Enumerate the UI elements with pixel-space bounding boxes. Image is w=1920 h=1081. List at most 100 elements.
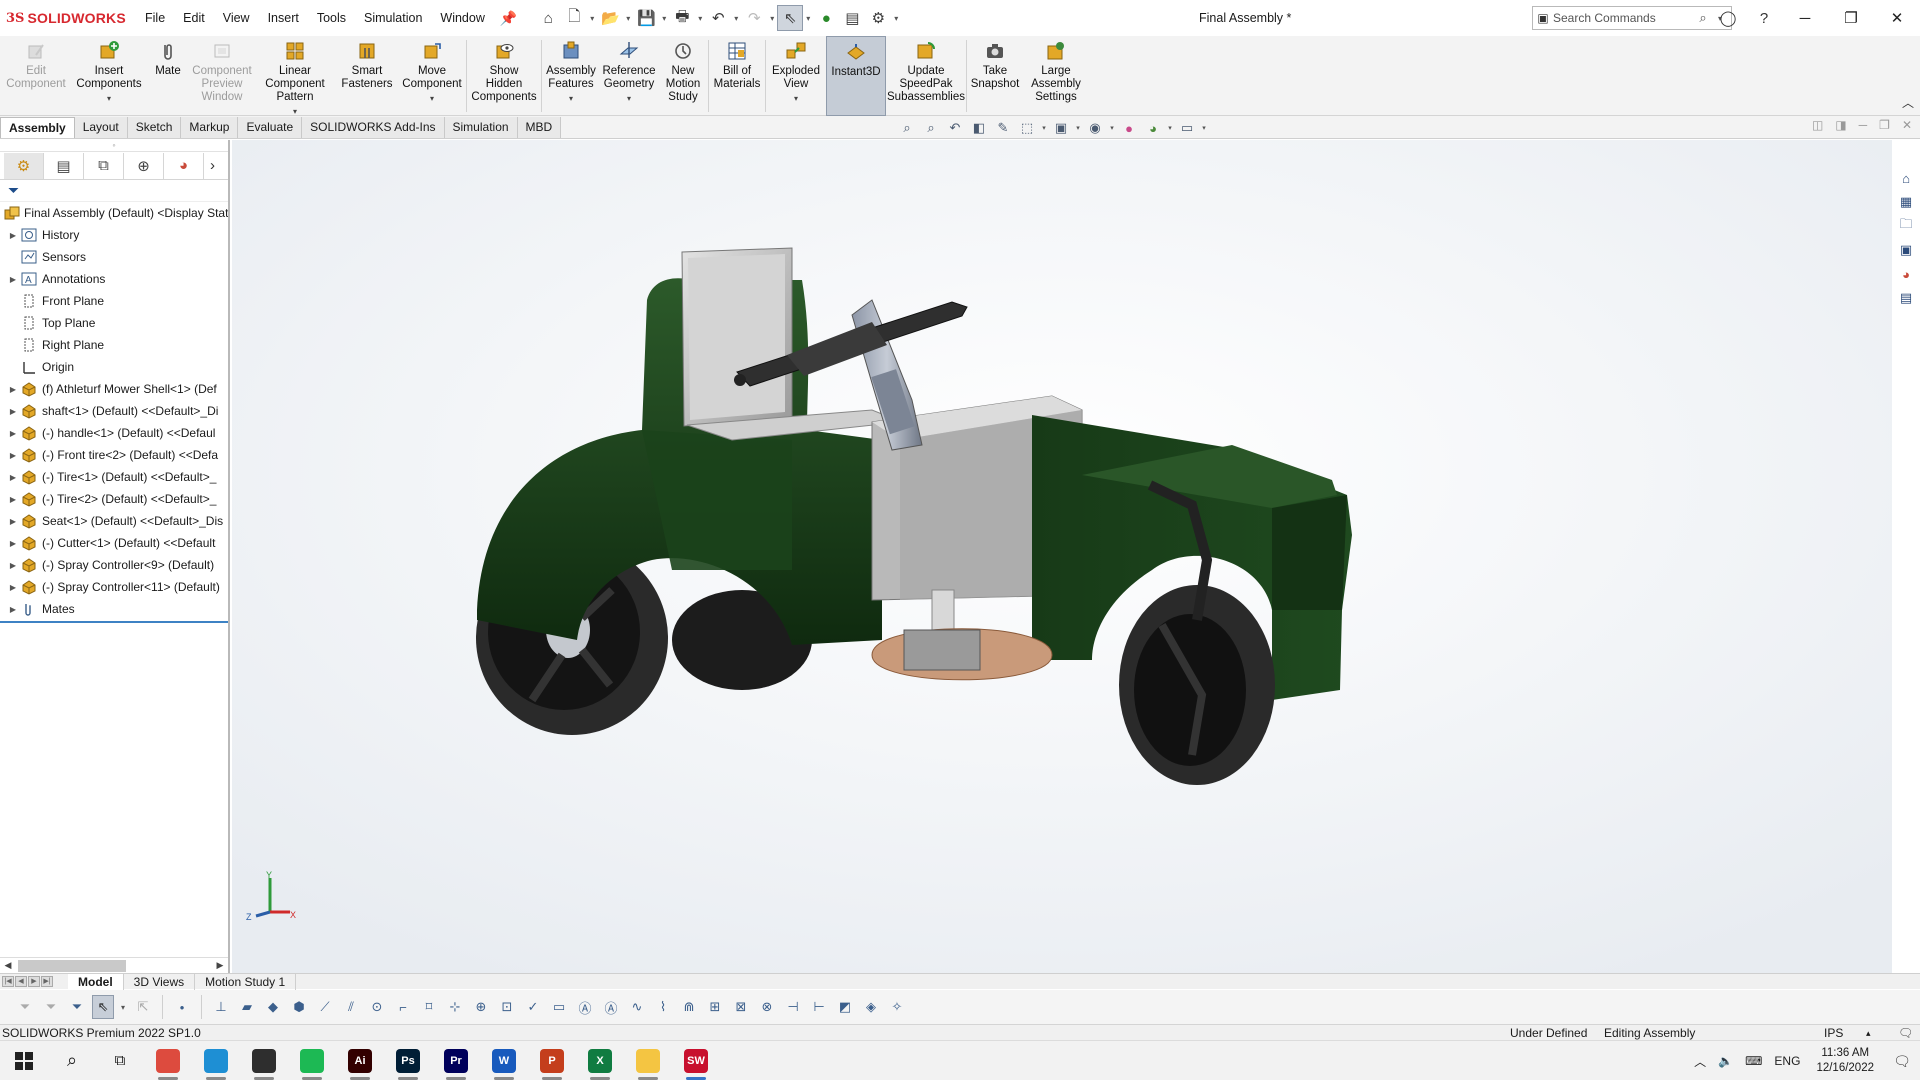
design-library-icon[interactable]: ▦ <box>1895 192 1917 212</box>
expand-caret-icon[interactable]: ▶ <box>6 495 20 504</box>
tree-item[interactable]: ▶ (-) Tire<1> (Default) <<Default>_ <box>0 466 228 488</box>
tree-item[interactable]: Front Plane <box>0 290 228 312</box>
tab-simulation[interactable]: Simulation <box>444 117 518 138</box>
filter-datum-features-icon[interactable]: Ⓐ <box>600 995 622 1019</box>
filter-dowel-pins-icon[interactable]: ⊠ <box>730 995 752 1019</box>
reference-geometry-button[interactable]: Reference Geometry ▾ <box>600 36 658 116</box>
tree-item[interactable]: ▶ (-) Tire<2> (Default) <<Default>_ <box>0 488 228 510</box>
taskbar-app-illustrator[interactable]: Ai <box>336 1041 384 1081</box>
taskbar-app-powerpoint[interactable]: P <box>528 1041 576 1081</box>
save-icon[interactable]: 💾 <box>633 5 659 31</box>
dynamic-annotation-icon[interactable]: ✎ <box>992 118 1014 138</box>
next-tab-icon[interactable]: ▶ <box>28 976 40 987</box>
select-pointer-icon[interactable]: ⇖ <box>777 5 804 31</box>
help-icon[interactable]: ? <box>1746 0 1782 36</box>
close-icon[interactable]: ✕ <box>1874 0 1920 36</box>
search-input[interactable] <box>1553 11 1693 25</box>
filter-datum-targets-icon[interactable]: ⌇ <box>652 995 674 1019</box>
redo-icon[interactable]: ↷ <box>741 5 767 31</box>
view-settings-dropdown-icon[interactable]: ▾ <box>1200 124 1208 132</box>
view-orientation-dropdown-icon[interactable]: ▾ <box>1040 124 1048 132</box>
filter-blocks-icon[interactable]: ⊞ <box>704 995 726 1019</box>
menu-tools[interactable]: Tools <box>308 0 355 36</box>
custom-properties-icon[interactable]: ▤ <box>1895 288 1917 308</box>
new-document-icon[interactable]: 🗋 <box>561 5 587 31</box>
account-icon[interactable]: ◯ <box>1710 0 1746 36</box>
taskbar-app-spotify[interactable] <box>288 1041 336 1081</box>
open-dropdown-icon[interactable]: ▾ <box>623 5 633 31</box>
tree-item[interactable]: Origin <box>0 356 228 378</box>
tree-filter[interactable]: ⏷ <box>0 180 228 202</box>
filter-cameras-icon[interactable]: ◩ <box>834 995 856 1019</box>
filter-connection-points-icon[interactable]: ⊗ <box>756 995 778 1019</box>
toggle-filter-icon[interactable]: ⏷ <box>14 995 36 1019</box>
tree-root-assembly[interactable]: Final Assembly (Default) <Display Stat <box>0 202 228 224</box>
tile-left-icon[interactable]: ◫ <box>1812 118 1823 132</box>
taskbar-app-sticky-notes[interactable] <box>240 1041 288 1081</box>
tab-model[interactable]: Model <box>68 973 124 990</box>
taskbar-app-photoshop[interactable]: Ps <box>384 1041 432 1081</box>
select-all-filters-icon[interactable]: ⏷ <box>66 995 88 1019</box>
filter-mates-icon[interactable]: ⊢ <box>808 995 830 1019</box>
filter-cosmetic-threads-icon[interactable]: ⋒ <box>678 995 700 1019</box>
last-tab-icon[interactable]: ▶| <box>41 976 53 987</box>
filter-axes-icon[interactable]: ⟋ <box>314 995 336 1019</box>
more-tabs-chevron-icon[interactable]: › <box>210 157 215 174</box>
task-view-button[interactable]: ⧉ <box>96 1041 144 1081</box>
expand-caret-icon[interactable]: ▶ <box>6 517 20 526</box>
new-dropdown-icon[interactable]: ▾ <box>587 5 597 31</box>
linear-component-pattern-button[interactable]: Linear Component Pattern ▾ <box>254 36 336 116</box>
expand-caret-icon[interactable]: ▶ <box>6 473 20 482</box>
menu-view[interactable]: View <box>214 0 259 36</box>
expand-caret-icon[interactable]: ▶ <box>6 561 20 570</box>
edit-appearance-icon[interactable]: ● <box>1118 118 1140 138</box>
options-gear-icon[interactable]: ⚙ <box>865 5 891 31</box>
tab-mbd[interactable]: MBD <box>517 117 562 138</box>
propertymanager-tab-icon[interactable]: ▤ <box>44 152 84 179</box>
open-folder-icon[interactable]: 📂 <box>597 5 623 31</box>
filter-misc-icon[interactable]: ✧ <box>886 995 908 1019</box>
print-icon[interactable]: 🖶 <box>669 5 695 31</box>
panel-grip[interactable]: ◦ <box>0 140 228 152</box>
taskbar-app-excel[interactable]: X <box>576 1041 624 1081</box>
language-indicator[interactable]: ENG <box>1768 1054 1806 1068</box>
appearances-icon[interactable]: ◕ <box>1895 264 1917 284</box>
selection-breakdown-icon[interactable]: ⇱ <box>132 995 154 1019</box>
filter-sketch-segments-icon[interactable]: ⌐ <box>392 995 414 1019</box>
filter-notes-icon[interactable]: Ⓐ <box>574 995 596 1019</box>
tab-motion-study[interactable]: Motion Study 1 <box>195 973 297 990</box>
filter-lights-icon[interactable]: ◈ <box>860 995 882 1019</box>
show-hidden-components-button[interactable]: Show Hidden Components <box>467 36 541 116</box>
select-dropdown-icon[interactable]: ▾ <box>803 5 813 31</box>
insert-components-dropdown-icon[interactable]: ▾ <box>107 92 111 105</box>
bill-of-materials-button[interactable]: Bill of Materials <box>709 36 765 116</box>
notifications-icon[interactable]: 🗨 <box>1884 1053 1920 1070</box>
move-component-button[interactable]: Move Component ▾ <box>398 36 466 116</box>
solidworks-resources-icon[interactable]: ⌂ <box>1895 168 1917 188</box>
expand-caret-icon[interactable]: ▶ <box>6 231 20 240</box>
search-taskbar-button[interactable]: ⌕ <box>48 1041 96 1081</box>
prev-tab-icon[interactable]: ◀ <box>15 976 27 987</box>
tab-sketch[interactable]: Sketch <box>127 117 182 138</box>
rebuild-traffic-light-icon[interactable]: ● <box>813 5 839 31</box>
network-icon[interactable]: ⌨ <box>1739 1054 1768 1068</box>
filter-surface-finish-icon[interactable]: ✓ <box>522 995 544 1019</box>
move-component-dropdown-icon[interactable]: ▾ <box>430 92 434 105</box>
taskbar-app-edge[interactable] <box>192 1041 240 1081</box>
tab-evaluate[interactable]: Evaluate <box>238 117 303 138</box>
filter-geometric-tolerance-icon[interactable]: ▭ <box>548 995 570 1019</box>
tab-addins[interactable]: SOLIDWORKS Add-Ins <box>302 117 445 138</box>
solidworks-logo[interactable]: 3S SOLIDWORKS <box>0 0 136 36</box>
filter-routing-points-icon[interactable]: ⊣ <box>782 995 804 1019</box>
menu-edit[interactable]: Edit <box>174 0 214 36</box>
apply-scene-dropdown-icon[interactable]: ▾ <box>1166 124 1174 132</box>
restore-icon[interactable]: ❐ <box>1828 0 1874 36</box>
scroll-left-icon[interactable]: ◀ <box>0 960 16 971</box>
speaker-icon[interactable]: 🔈 <box>1712 1054 1739 1068</box>
taskbar-app-word[interactable]: W <box>480 1041 528 1081</box>
taskbar-app-file-explorer[interactable] <box>624 1041 672 1081</box>
tree-item[interactable]: ▶ (-) Spray Controller<11> (Default) <box>0 576 228 598</box>
zoom-to-fit-icon[interactable]: ⌕ <box>896 118 918 138</box>
tree-item[interactable]: ▶ (-) Cutter<1> (Default) <<Default <box>0 532 228 554</box>
rollback-bar[interactable] <box>0 621 228 623</box>
